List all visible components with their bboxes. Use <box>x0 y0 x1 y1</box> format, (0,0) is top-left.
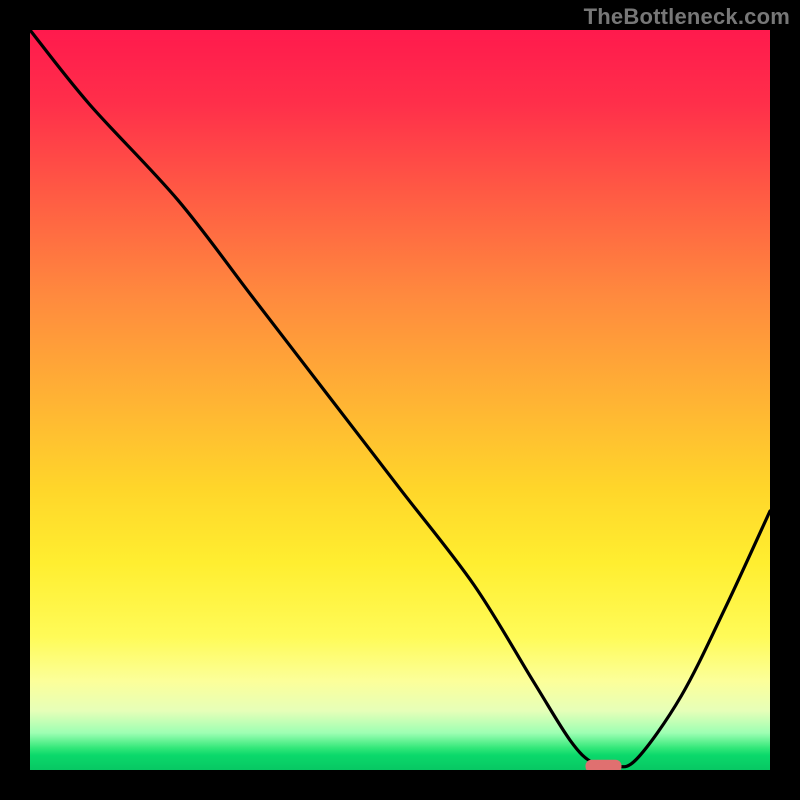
bottleneck-curve <box>30 30 770 767</box>
watermark-text: TheBottleneck.com <box>584 4 790 30</box>
plot-area <box>30 30 770 770</box>
optimal-marker <box>586 760 622 770</box>
chart-frame: TheBottleneck.com <box>0 0 800 800</box>
curve-svg <box>30 30 770 770</box>
